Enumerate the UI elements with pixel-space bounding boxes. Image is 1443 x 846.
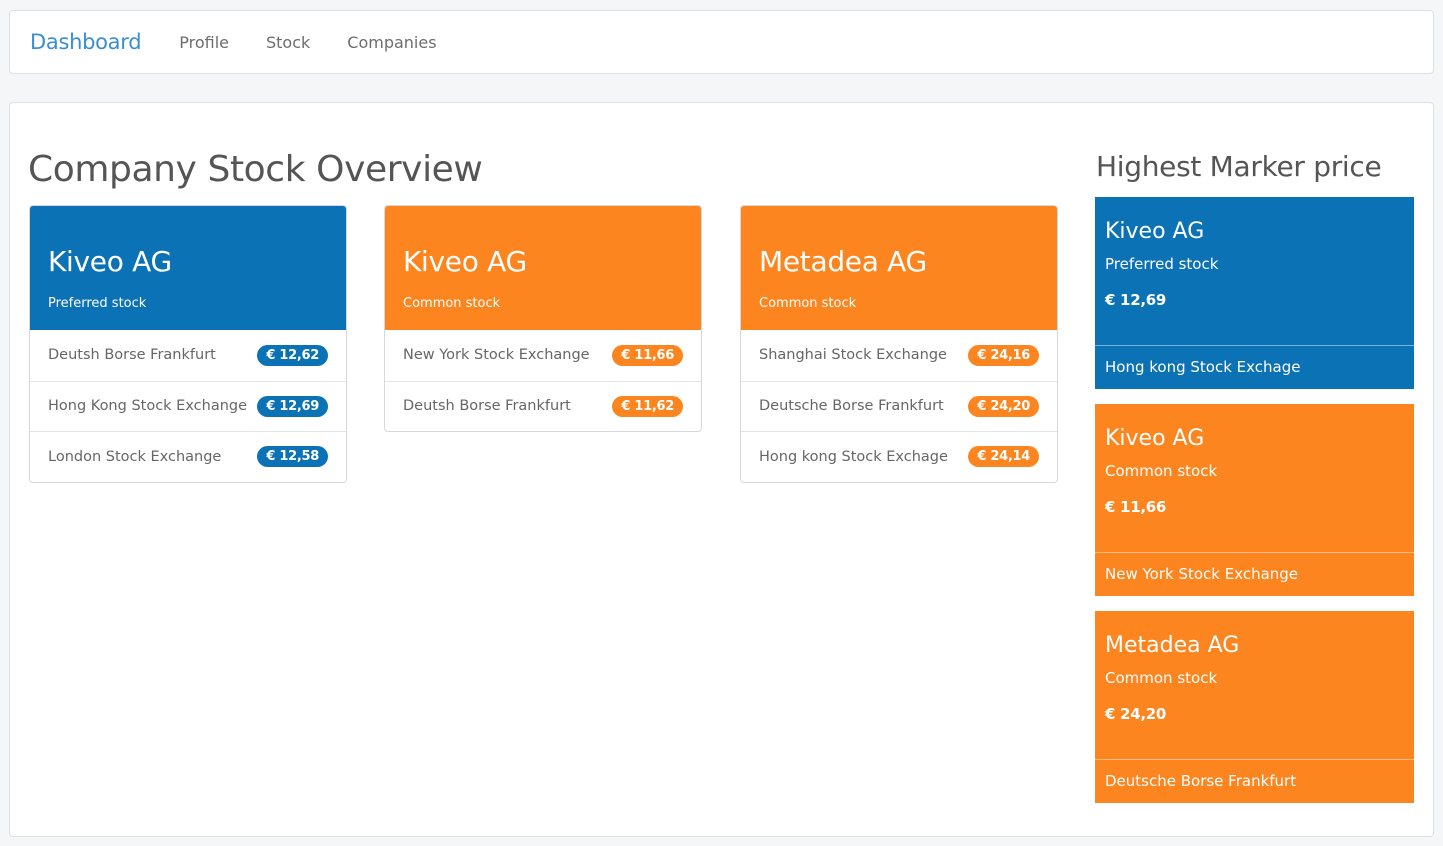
exchange-row[interactable]: Deutsh Borse Frankfurt € 11,62 (385, 380, 701, 432)
company-name: Metadea AG (759, 245, 927, 278)
exchange-name: Deutsche Borse Frankfurt (1095, 759, 1414, 803)
card-header: Metadea AG Common stock (741, 206, 1057, 330)
stock-type: Common stock (759, 296, 857, 311)
exchange-name: Hong Kong Stock Exchange (48, 398, 248, 415)
price-badge: € 24,20 (968, 395, 1039, 417)
company-card: Kiveo AG Preferred stock Deutsh Borse Fr… (29, 205, 347, 483)
nav-link-profile[interactable]: Profile (179, 33, 229, 52)
highest-price-card[interactable]: Metadea AG Common stock € 24,20 Deutsche… (1095, 611, 1414, 803)
exchange-row[interactable]: London Stock Exchange € 12,58 (30, 431, 346, 482)
price-badge: € 24,16 (968, 344, 1039, 366)
exchange-row[interactable]: Hong Kong Stock Exchange € 12,69 (30, 380, 346, 432)
exchange-name: Deutsh Borse Frankfurt (48, 347, 216, 364)
price-badge: € 12,58 (257, 446, 328, 468)
exchange-name: Deutsh Borse Frankfurt (403, 398, 571, 415)
exchange-name: New York Stock Exchange (1095, 552, 1414, 596)
exchange-row[interactable]: Hong kong Stock Exchage € 24,14 (741, 431, 1057, 482)
highest-price-card[interactable]: Kiveo AG Common stock € 11,66 New York S… (1095, 404, 1414, 596)
price-badge: € 12,69 (257, 395, 328, 417)
exchange-name: Hong kong Stock Exchage (759, 448, 948, 465)
exchange-name: New York Stock Exchange (403, 347, 590, 364)
price-badge: € 12,62 (257, 344, 328, 366)
exchange-row[interactable]: New York Stock Exchange € 11,66 (385, 330, 701, 381)
sidebar-title: Highest Marker price (1096, 150, 1382, 183)
company-card: Kiveo AG Common stock New York Stock Exc… (384, 205, 702, 432)
price-badge: € 24,14 (968, 446, 1039, 468)
company-name: Kiveo AG (1105, 426, 1205, 451)
exchange-row[interactable]: Deutsche Borse Frankfurt € 24,20 (741, 380, 1057, 432)
exchange-name: Deutsche Borse Frankfurt (759, 398, 944, 415)
highest-price: € 11,66 (1105, 498, 1167, 516)
exchange-row[interactable]: Deutsh Borse Frankfurt € 12,62 (30, 330, 346, 381)
exchange-name: Hong kong Stock Exchage (1095, 345, 1414, 389)
company-name: Metadea AG (1105, 633, 1240, 658)
card-header: Kiveo AG Common stock (385, 206, 701, 330)
exchange-name: Shanghai Stock Exchange (759, 347, 947, 364)
stock-type: Common stock (403, 296, 501, 311)
page-title: Company Stock Overview (28, 149, 483, 190)
exchange-name: London Stock Exchange (48, 448, 222, 465)
stock-type: Preferred stock (1105, 255, 1219, 273)
company-name: Kiveo AG (1105, 219, 1205, 244)
nav-link-companies[interactable]: Companies (347, 33, 436, 52)
highest-price-card[interactable]: Kiveo AG Preferred stock € 12,69 Hong ko… (1095, 197, 1414, 389)
nav-link-stock[interactable]: Stock (266, 33, 310, 52)
exchange-row[interactable]: Shanghai Stock Exchange € 24,16 (741, 330, 1057, 381)
company-name: Kiveo AG (403, 245, 527, 278)
stock-type: Common stock (1105, 669, 1218, 687)
price-badge: € 11,66 (612, 344, 683, 366)
company-name: Kiveo AG (48, 245, 172, 278)
nav-brand-dashboard[interactable]: Dashboard (30, 30, 142, 54)
price-badge: € 11,62 (612, 395, 683, 417)
stock-type: Preferred stock (48, 296, 147, 311)
highest-price: € 12,69 (1105, 291, 1167, 309)
highest-price: € 24,20 (1105, 705, 1167, 723)
card-header: Kiveo AG Preferred stock (30, 206, 346, 330)
top-navbar: Dashboard Profile Stock Companies (9, 10, 1434, 74)
stock-type: Common stock (1105, 462, 1218, 480)
company-card: Metadea AG Common stock Shanghai Stock E… (740, 205, 1058, 483)
